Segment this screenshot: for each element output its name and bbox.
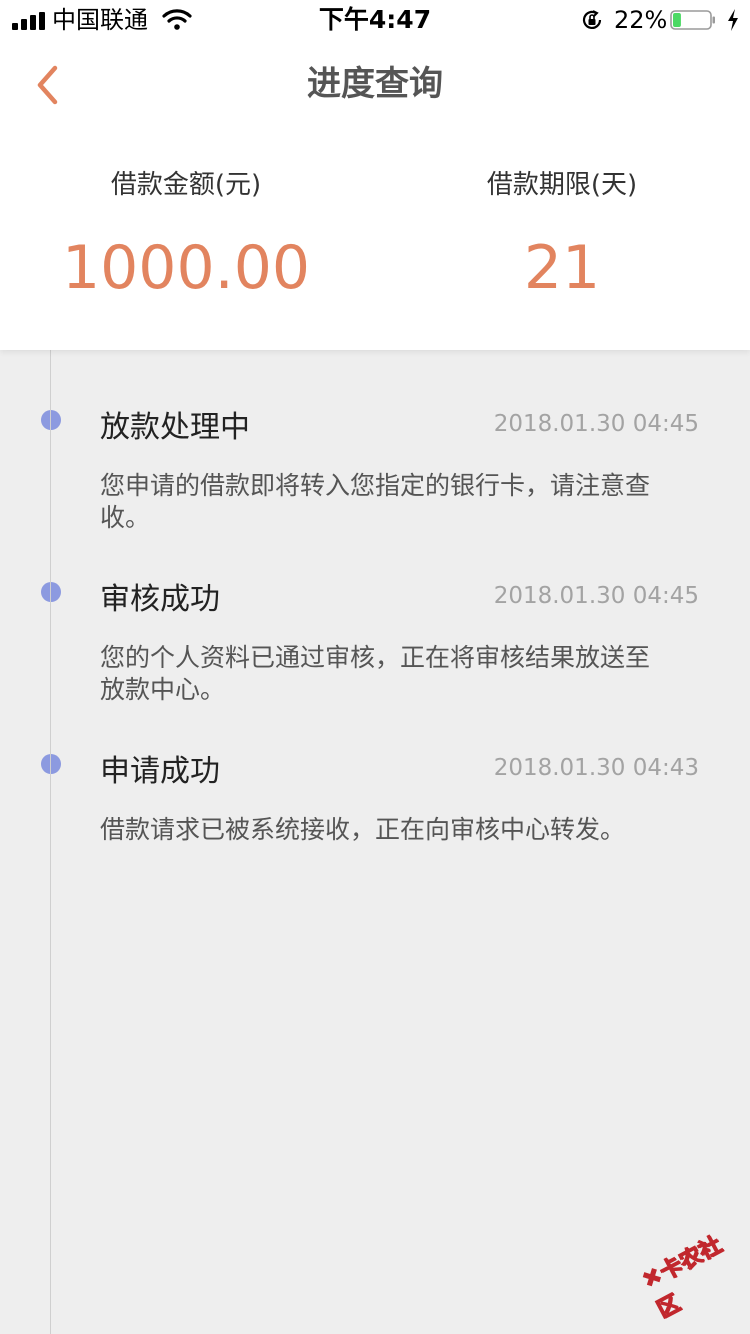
timeline-item-title: 审核成功 [100, 582, 220, 617]
status-bar: 中国联通 下午4:47 22% [0, 0, 750, 40]
battery-percentage: 22% [614, 6, 668, 34]
timeline-item-time: 2018.01.30 04:45 [493, 411, 699, 437]
page-title: 进度查询 [307, 64, 443, 104]
loan-term-value: 21 [523, 233, 601, 303]
timeline-item-description: 借款请求已被系统接收，正在向审核中心转发。 [100, 815, 626, 844]
loan-amount-label: 借款金额(元) [110, 170, 262, 200]
timeline-dot [41, 582, 61, 602]
timeline-item-title: 放款处理中 [100, 410, 250, 445]
timeline-item-time: 2018.01.30 04:43 [493, 755, 699, 781]
timeline-dot [41, 754, 61, 774]
watermark-logo: ✖卡农社区 [635, 1221, 750, 1330]
timeline-line [50, 350, 51, 1334]
timeline-item-description: 您申请的借款即将转入您指定的银行卡，请注意查收。 [100, 471, 651, 532]
watermark-text: 卡农社区 [653, 1232, 727, 1324]
battery-icon [670, 10, 715, 30]
timeline-item-title: 申请成功 [100, 754, 220, 789]
rotation-lock-icon [582, 10, 602, 29]
timeline-item-time: 2018.01.30 04:45 [493, 583, 699, 609]
loan-amount-value: 1000.00 [61, 233, 311, 303]
charging-icon [728, 9, 738, 31]
timeline-dot [41, 410, 61, 430]
loan-summary-panel: 中国联通 下午4:47 22% 进度查询 借款金额(元) 1000.00 借款期… [0, 0, 750, 350]
timeline-item-description: 您的个人资料已通过审核，正在将审核结果放送至放款中心。 [100, 643, 651, 704]
loan-term-label: 借款期限(天) [486, 170, 638, 200]
